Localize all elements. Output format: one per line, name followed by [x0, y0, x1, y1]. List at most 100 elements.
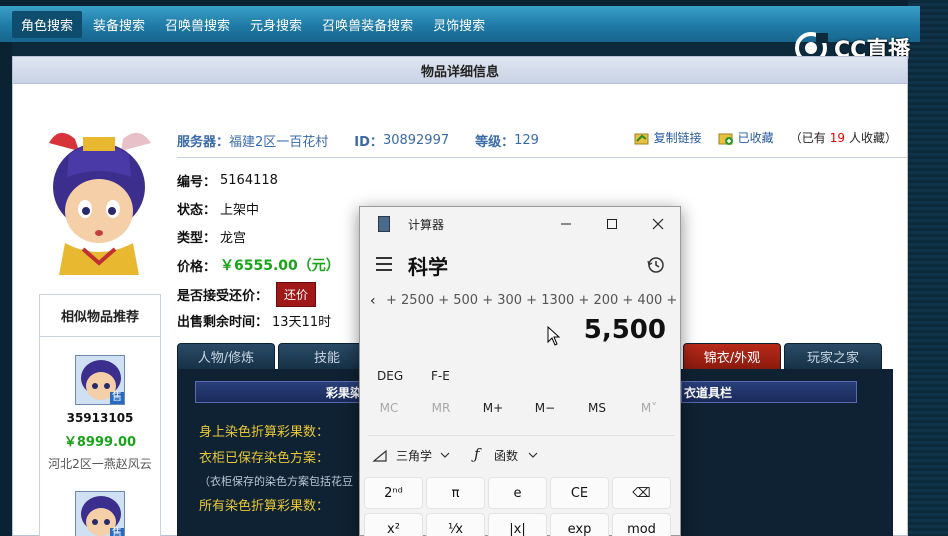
calculator-mode-row: 科学 [360, 247, 680, 283]
favorite-count: 19 [829, 130, 845, 145]
remaining-label: 出售剩余时间： [177, 315, 269, 330]
absolute-key[interactable]: |x| [488, 513, 547, 536]
field-bargain: 是否接受还价： 还价 [177, 282, 317, 307]
level-value: 129 [514, 132, 539, 148]
functions-dropdown[interactable]: 函数 [494, 447, 518, 464]
remaining-value: 13天11时 [272, 315, 332, 330]
background-left [0, 0, 12, 536]
euler-key[interactable]: e [488, 477, 547, 509]
similar-item-server: 河北2区一燕赵风云 [48, 457, 152, 471]
panel-title: 物品详细信息 [13, 57, 907, 84]
tab-wardrobe-appearance[interactable]: 锦衣/外观 [683, 343, 781, 369]
tab-player-home[interactable]: 玩家之家 [784, 343, 882, 369]
deg-button[interactable]: DEG [377, 369, 403, 383]
bargain-button[interactable]: 还价 [276, 282, 317, 307]
field-type: 类型： 龙宫 [177, 227, 246, 246]
copy-link-button[interactable]: 复制链接 [654, 129, 702, 146]
nav-summon-search[interactable]: 召唤兽搜索 [156, 11, 239, 38]
memory-store-button[interactable]: MS [571, 401, 623, 415]
field-price: 价格： ￥6555.00（元） [177, 255, 340, 275]
type-value: 龙宫 [220, 231, 247, 246]
memory-add-button[interactable]: M+ [467, 401, 519, 415]
field-number: 编号： 5164118 [177, 171, 278, 190]
similar-items-title: 相似物品推荐 [40, 295, 160, 337]
saved-dye-schemes-label: 衣柜已保存染色方案： [199, 451, 330, 466]
square-key[interactable]: x² [364, 513, 423, 536]
similar-item-id[interactable]: 35913105 [40, 411, 160, 425]
number-value: 5164118 [220, 173, 278, 188]
result-display: 5,500 [583, 315, 666, 345]
type-label: 类型： [177, 231, 217, 246]
function-row: 三角学 ƒ 函数 [360, 445, 680, 469]
dye-scheme-note: （衣柜保存的染色方案包括花豆 [199, 475, 353, 488]
trigonometry-dropdown[interactable]: 三角学 [396, 447, 432, 464]
mod-key[interactable]: mod [612, 513, 671, 536]
sale-badge: 售 [112, 528, 122, 536]
nav-yuanshen-search[interactable]: 元身搜索 [241, 11, 311, 38]
backspace-key[interactable]: ⌫ [612, 477, 671, 509]
tab-character-cultivation[interactable]: 人物/修炼 [177, 343, 275, 369]
second-function-key[interactable]: 2ⁿᵈ [364, 477, 423, 509]
favorite-count-suffix: 人收藏） [848, 131, 897, 145]
bargain-label: 是否接受还价： [177, 289, 269, 304]
memory-list-button[interactable]: M˅ [623, 401, 675, 415]
similar-items-panel: 相似物品推荐 售 35913105 ￥8999.00 河北2区一燕赵风云 售 [39, 294, 161, 536]
maximize-icon [607, 219, 617, 229]
close-icon [652, 218, 664, 230]
close-button[interactable] [640, 211, 676, 237]
calculator-app-icon [378, 216, 390, 232]
favorite-count-prefix: （已有 [789, 131, 826, 145]
calculator-titlebar[interactable]: 计算器 [360, 207, 680, 241]
nav-summon-equipment-search[interactable]: 召唤兽装备搜索 [313, 11, 422, 38]
background-right [908, 0, 948, 536]
similar-item-price: ￥8999.00 [63, 435, 137, 450]
similar-item-avatar[interactable]: 售 [75, 491, 125, 536]
total-dye-count-label: 所有染色折算彩果数： [199, 499, 330, 514]
nav-equipment-search[interactable]: 装备搜索 [84, 11, 154, 38]
favorite-icon [718, 133, 733, 145]
copy-link-icon [634, 133, 649, 144]
server-label: 服务器： [177, 134, 230, 150]
calculator-mode-title: 科学 [408, 255, 448, 279]
similar-item-avatar[interactable]: 售 [75, 355, 125, 405]
price-value: ￥6555.00（元） [220, 258, 340, 274]
calculator-window[interactable]: 计算器 科学 ‹ + 2500 + 500 + 300 + 1300 + 200… [359, 206, 681, 536]
minimize-button[interactable] [548, 211, 584, 237]
server-value: 福建2区一百花村 [229, 134, 329, 150]
status-value: 上架中 [220, 203, 260, 218]
chevron-down-icon [528, 452, 538, 458]
expression-scroll-left-icon[interactable]: ‹ [370, 293, 376, 309]
favorited-button[interactable]: 已收藏 [738, 129, 774, 146]
wardrobe-items-bar: 衣道具栏 [681, 381, 857, 403]
history-icon[interactable] [646, 255, 666, 275]
id-label: ID： [354, 134, 383, 150]
menu-icon[interactable] [376, 257, 392, 271]
item-header-info: 服务器： 福建2区一百花村 ID： 30892997 等级： 129 复制链接 … [177, 129, 907, 151]
reciprocal-key[interactable]: ¹⁄x [426, 513, 485, 536]
info-divider [177, 157, 907, 158]
calculator-window-title: 计算器 [408, 218, 445, 232]
field-status: 状态： 上架中 [177, 199, 259, 218]
function-icon: ƒ [474, 445, 480, 463]
angle-mode-row: DEG F-E [360, 369, 680, 393]
character-avatar [39, 125, 159, 275]
maximize-button[interactable] [594, 211, 630, 237]
mouse-cursor-icon [547, 326, 561, 346]
memory-recall-button[interactable]: MR [415, 401, 467, 415]
triangle-icon [372, 449, 387, 462]
exp-key[interactable]: exp [550, 513, 609, 536]
fe-button[interactable]: F-E [431, 369, 450, 383]
nav-role-search[interactable]: 角色搜索 [12, 10, 83, 38]
level-label: 等级： [475, 134, 515, 150]
item-actions: 复制链接 已收藏 （已有 19 人收藏） [634, 129, 897, 146]
status-label: 状态： [177, 203, 217, 218]
clear-entry-key[interactable]: CE [550, 477, 609, 509]
minimize-icon [561, 223, 571, 225]
body-dye-count-label: 身上染色折算彩果数： [199, 425, 330, 440]
nav-ornament-search[interactable]: 灵饰搜索 [424, 11, 494, 38]
id-value: 30892997 [382, 132, 450, 148]
memory-clear-button[interactable]: MC [363, 401, 415, 415]
memory-subtract-button[interactable]: M− [519, 401, 571, 415]
dye-section-bar: 彩果染 [195, 381, 365, 403]
pi-key[interactable]: π [426, 477, 485, 509]
